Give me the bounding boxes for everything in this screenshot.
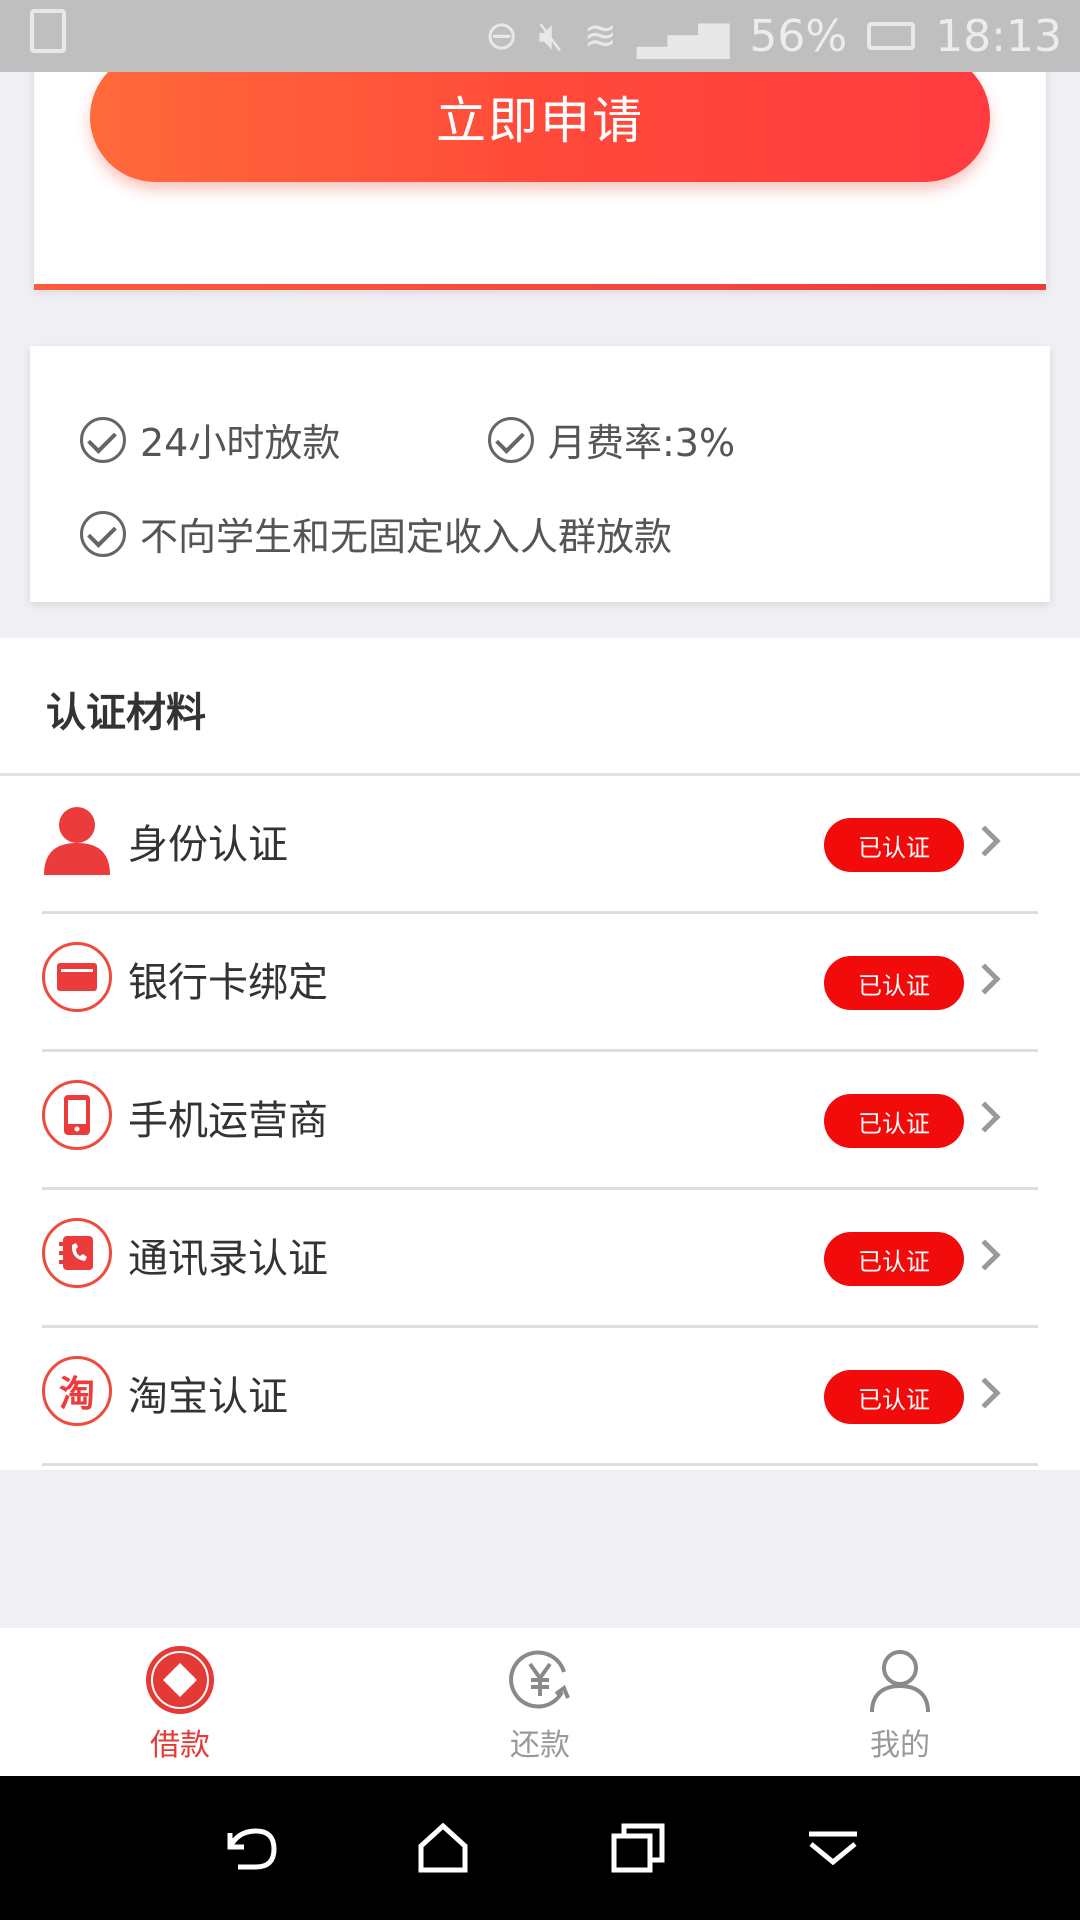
- check-circle-icon: [80, 510, 126, 557]
- person-icon: [42, 804, 112, 875]
- chevron-right-icon: [969, 1101, 1001, 1133]
- cert-item-label: 淘宝认证: [128, 1374, 288, 1420]
- battery-icon: [867, 22, 916, 50]
- cert-item-mobile-operator[interactable]: 手机运营商 已认证: [42, 1052, 1038, 1190]
- recent-apps-icon[interactable]: [598, 1808, 678, 1888]
- status-badge: 已认证: [824, 818, 964, 872]
- check-circle-icon: [488, 416, 534, 463]
- feature-text: 24小时放款: [140, 421, 341, 465]
- mobile-phone-icon: [42, 1080, 112, 1150]
- cert-item-label: 身份认证: [128, 822, 288, 868]
- chevron-right-icon: [969, 825, 1001, 857]
- loan-icon: [144, 1644, 216, 1716]
- nav-label: 借款: [150, 1728, 210, 1763]
- status-badge: 已认证: [824, 1370, 964, 1424]
- feature-item: 不向学生和无固定收入人群放款: [80, 506, 672, 561]
- section-title: 认证材料: [46, 690, 206, 736]
- certification-section: 认证材料 身份认证 已认证 银行卡绑定 已认证 手机运营商 已认证 通讯录认证 …: [0, 638, 1080, 1470]
- chevron-right-icon: [969, 1377, 1001, 1409]
- nav-tab-profile[interactable]: 我的: [720, 1628, 1080, 1776]
- cert-item-label: 通讯录认证: [128, 1236, 328, 1282]
- wifi-icon: ≋: [583, 13, 618, 59]
- cert-item-label: 银行卡绑定: [128, 960, 328, 1006]
- nav-label: 我的: [870, 1728, 930, 1763]
- nav-tab-loan[interactable]: 借款: [0, 1628, 360, 1776]
- feature-item: 月费率:3%: [488, 412, 735, 467]
- feature-text: 不向学生和无固定收入人群放款: [140, 515, 673, 559]
- profile-icon: [864, 1644, 936, 1716]
- repay-icon: [504, 1644, 576, 1716]
- feature-text: 月费率:3%: [548, 421, 736, 465]
- notification-shade-icon[interactable]: [793, 1808, 873, 1888]
- status-left: [30, 8, 66, 64]
- bank-card-icon: [42, 942, 112, 1012]
- taobao-icon: 淘: [42, 1356, 112, 1426]
- chevron-right-icon: [969, 1239, 1001, 1271]
- status-bar: ⊖ 🔇︎ ≋ ▂▄▆ 56% 18:13: [0, 0, 1080, 72]
- taobao-icon-glyph: 淘: [58, 1374, 95, 1415]
- cert-item-contacts[interactable]: 通讯录认证 已认证: [42, 1190, 1038, 1328]
- status-badge: 已认证: [824, 1094, 964, 1148]
- back-icon[interactable]: [208, 1808, 288, 1888]
- card-accent-line: [34, 284, 1046, 290]
- nav-tab-repay[interactable]: 还款: [360, 1628, 720, 1776]
- sim-card-icon: [30, 8, 66, 53]
- cert-item-label: 手机运营商: [128, 1098, 328, 1144]
- feature-item: 24小时放款: [80, 412, 340, 467]
- bottom-nav: 借款 还款 我的: [0, 1628, 1080, 1776]
- clock: 18:13: [935, 10, 1062, 62]
- cert-item-identity[interactable]: 身份认证 已认证: [42, 776, 1038, 914]
- mute-icon: 🔇︎: [538, 13, 564, 59]
- status-badge: 已认证: [824, 956, 964, 1010]
- cert-item-bank-card[interactable]: 银行卡绑定 已认证: [42, 914, 1038, 1052]
- contacts-icon: [42, 1218, 112, 1288]
- check-circle-icon: [80, 416, 126, 463]
- nav-label: 还款: [510, 1728, 570, 1763]
- status-right: ⊖ 🔇︎ ≋ ▂▄▆ 56% 18:13: [485, 11, 1062, 62]
- signal-icon: ▂▄▆: [637, 13, 730, 59]
- do-not-disturb-icon: ⊖: [484, 13, 519, 59]
- system-nav-bar: [0, 1776, 1080, 1920]
- chevron-right-icon: [969, 963, 1001, 995]
- status-badge: 已认证: [824, 1232, 964, 1286]
- features-card: 24小时放款 月费率:3% 不向学生和无固定收入人群放款: [30, 346, 1050, 602]
- cert-item-taobao[interactable]: 淘 淘宝认证 已认证: [42, 1328, 1038, 1466]
- home-icon[interactable]: [403, 1808, 483, 1888]
- battery-percent: 56%: [749, 10, 848, 62]
